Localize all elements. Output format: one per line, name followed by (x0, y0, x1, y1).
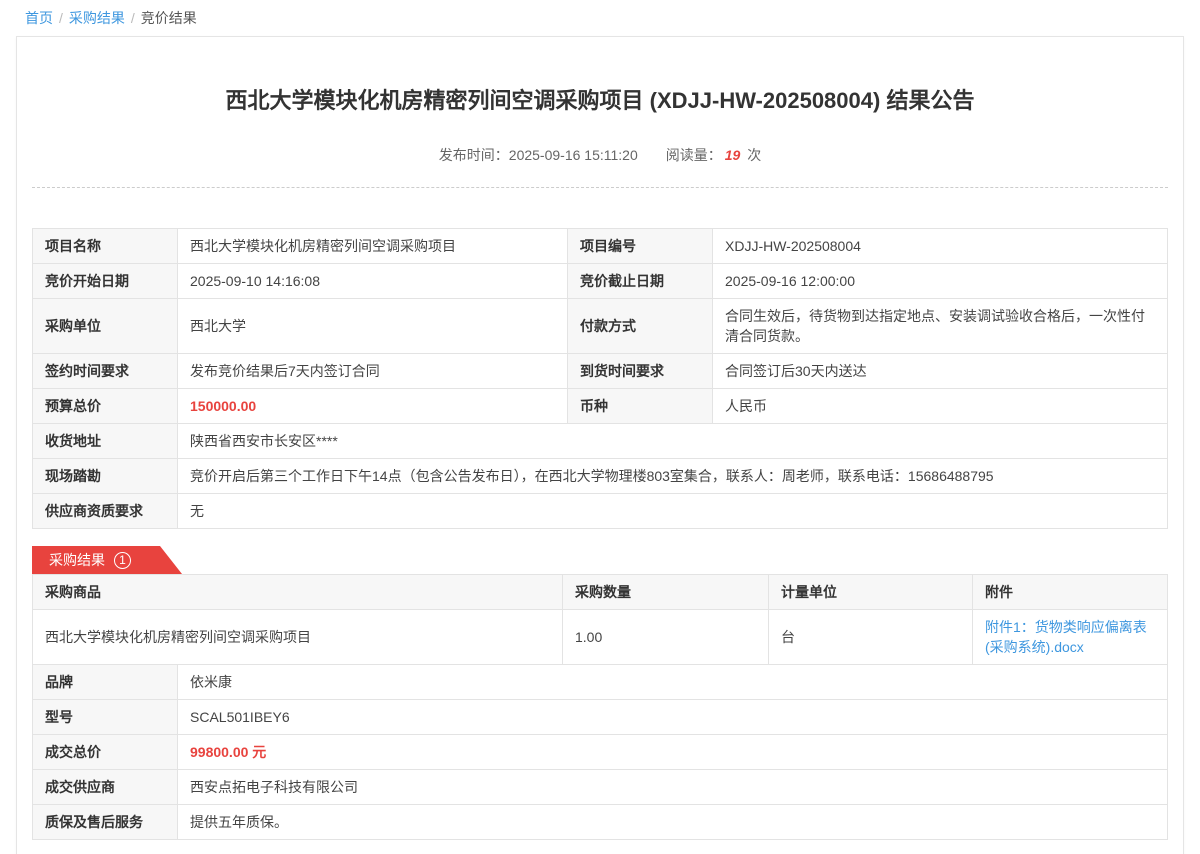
label-purchaser: 采购单位 (33, 299, 178, 354)
publish-time-value: 2025-09-16 15:11:20 (509, 147, 638, 163)
value-product-name: 西北大学模块化机房精密列间空调采购项目 (33, 610, 563, 665)
read-count-unit: 次 (747, 147, 761, 163)
value-supplier-qualification: 无 (178, 494, 1168, 529)
table-row: 项目名称 西北大学模块化机房精密列间空调采购项目 项目编号 XDJJ-HW-20… (33, 229, 1168, 264)
publish-meta: 发布时间：2025-09-16 15:11:20 阅读量：19 次 (32, 145, 1168, 165)
announcement-card: 西北大学模块化机房精密列间空调采购项目 (XDJJ-HW-202508004) … (16, 36, 1184, 854)
value-deal-price: 99800.00 元 (178, 735, 1168, 770)
value-bid-start: 2025-09-10 14:16:08 (178, 264, 568, 299)
table-row: 采购单位 西北大学 付款方式 合同生效后，待货物到达指定地点、安装调试验收合格后… (33, 299, 1168, 354)
value-model: SCAL501IBEY6 (178, 700, 1168, 735)
table-row: 品牌 依米康 (33, 665, 1168, 700)
breadcrumb-home-link[interactable]: 首页 (25, 10, 53, 26)
label-payment: 付款方式 (568, 299, 713, 354)
value-site-survey: 竞价开启后第三个工作日下午14点（包含公告发布日），在西北大学物理楼803室集合… (178, 459, 1168, 494)
label-address: 收货地址 (33, 424, 178, 459)
value-purchaser: 西北大学 (178, 299, 568, 354)
label-bid-start: 竞价开始日期 (33, 264, 178, 299)
result-detail-table: 品牌 依米康 型号 SCAL501IBEY6 成交总价 99800.00 元 成… (32, 664, 1168, 840)
publish-time-label: 发布时间： (439, 147, 509, 163)
label-budget: 预算总价 (33, 389, 178, 424)
result-product-table: 采购商品 采购数量 计量单位 附件 西北大学模块化机房精密列间空调采购项目 1.… (32, 574, 1168, 665)
table-row: 现场踏勘 竞价开启后第三个工作日下午14点（包含公告发布日），在西北大学物理楼8… (33, 459, 1168, 494)
result-badge-number: 1 (114, 552, 131, 569)
value-bid-end: 2025-09-16 12:00:00 (713, 264, 1168, 299)
breadcrumb-current: 竞价结果 (141, 10, 197, 26)
header-unit: 计量单位 (769, 575, 973, 610)
label-model: 型号 (33, 700, 178, 735)
value-currency: 人民币 (713, 389, 1168, 424)
table-row: 型号 SCAL501IBEY6 (33, 700, 1168, 735)
value-winning-supplier: 西安点拓电子科技有限公司 (178, 770, 1168, 805)
label-sign-time: 签约时间要求 (33, 354, 178, 389)
value-sign-time: 发布竞价结果后7天内签订合同 (178, 354, 568, 389)
value-quantity: 1.00 (563, 610, 769, 665)
value-warranty: 提供五年质保。 (178, 805, 1168, 840)
read-count-label: 阅读量： (666, 147, 722, 163)
breadcrumb: 首页 / 采购结果 / 竞价结果 (0, 0, 1200, 34)
label-bid-end: 竞价截止日期 (568, 264, 713, 299)
read-count-value: 19 (725, 147, 741, 163)
table-header-row: 采购商品 采购数量 计量单位 附件 (33, 575, 1168, 610)
table-row: 成交总价 99800.00 元 (33, 735, 1168, 770)
header-attachment: 附件 (973, 575, 1168, 610)
label-delivery-time: 到货时间要求 (568, 354, 713, 389)
table-row: 签约时间要求 发布竞价结果后7天内签订合同 到货时间要求 合同签订后30天内送达 (33, 354, 1168, 389)
value-unit: 台 (769, 610, 973, 665)
divider (32, 187, 1168, 188)
label-project-code: 项目编号 (568, 229, 713, 264)
result-section-badge: 采购结果 1 (32, 546, 182, 574)
label-site-survey: 现场踏勘 (33, 459, 178, 494)
header-quantity: 采购数量 (563, 575, 769, 610)
table-row: 供应商资质要求 无 (33, 494, 1168, 529)
label-winning-supplier: 成交供应商 (33, 770, 178, 805)
value-address: 陕西省西安市长安区**** (178, 424, 1168, 459)
value-budget: 150000.00 (178, 389, 568, 424)
breadcrumb-separator: / (131, 10, 135, 26)
breadcrumb-results-link[interactable]: 采购结果 (69, 10, 125, 26)
result-badge-label: 采购结果 (49, 550, 105, 570)
attachment-link[interactable]: 附件1：货物类响应偏离表(采购系统).docx (985, 619, 1147, 655)
label-currency: 币种 (568, 389, 713, 424)
page-title: 西北大学模块化机房精密列间空调采购项目 (XDJJ-HW-202508004) … (32, 83, 1168, 115)
table-row: 竞价开始日期 2025-09-10 14:16:08 竞价截止日期 2025-0… (33, 264, 1168, 299)
label-supplier-qualification: 供应商资质要求 (33, 494, 178, 529)
value-brand: 依米康 (178, 665, 1168, 700)
project-info-table: 项目名称 西北大学模块化机房精密列间空调采购项目 项目编号 XDJJ-HW-20… (32, 228, 1168, 529)
table-row: 质保及售后服务 提供五年质保。 (33, 805, 1168, 840)
value-project-code: XDJJ-HW-202508004 (713, 229, 1168, 264)
header-product: 采购商品 (33, 575, 563, 610)
label-brand: 品牌 (33, 665, 178, 700)
label-deal-price: 成交总价 (33, 735, 178, 770)
label-project-name: 项目名称 (33, 229, 178, 264)
table-row: 西北大学模块化机房精密列间空调采购项目 1.00 台 附件1：货物类响应偏离表(… (33, 610, 1168, 665)
value-delivery-time: 合同签订后30天内送达 (713, 354, 1168, 389)
table-row: 预算总价 150000.00 币种 人民币 (33, 389, 1168, 424)
table-row: 成交供应商 西安点拓电子科技有限公司 (33, 770, 1168, 805)
value-payment: 合同生效后，待货物到达指定地点、安装调试验收合格后，一次性付清合同货款。 (713, 299, 1168, 354)
label-warranty: 质保及售后服务 (33, 805, 178, 840)
table-row: 收货地址 陕西省西安市长安区**** (33, 424, 1168, 459)
breadcrumb-separator: / (59, 10, 63, 26)
value-project-name: 西北大学模块化机房精密列间空调采购项目 (178, 229, 568, 264)
